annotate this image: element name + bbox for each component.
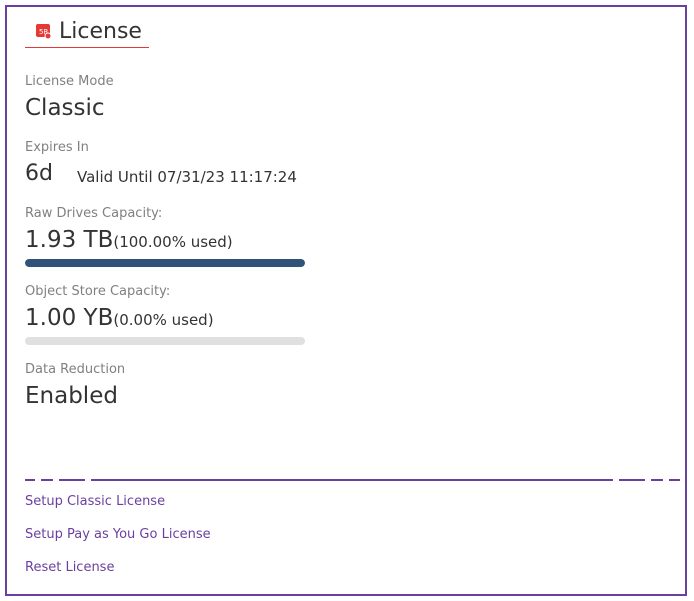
raw-drives-value: 1.93 TB [25, 227, 114, 253]
license-mode-value: Classic [25, 95, 105, 121]
setup-payg-license-link[interactable]: Setup Pay as You Go License [25, 527, 211, 542]
object-store-label: Object Store Capacity: [25, 284, 171, 299]
expires-value: 6d [25, 161, 53, 186]
object-store-value-row: 1.00 YB(0.00% used) [25, 305, 214, 331]
reset-license-link[interactable]: Reset License [25, 560, 114, 575]
license-icon: 5R [36, 24, 52, 40]
raw-drives-progress-fill [25, 259, 305, 267]
valid-until-text: Valid Until 07/31/23 11:17:24 [77, 168, 297, 186]
divider-gap [613, 477, 619, 483]
data-reduction-value: Enabled [25, 383, 118, 409]
raw-drives-progress-bar [25, 259, 305, 267]
divider-gap [35, 477, 41, 483]
raw-drives-label: Raw Drives Capacity: [25, 206, 163, 221]
divider [25, 479, 680, 481]
license-panel: 5R License License Mode Classic Expires … [5, 5, 687, 596]
divider-gap [85, 477, 91, 483]
divider-gap [645, 477, 651, 483]
object-store-value: 1.00 YB [25, 305, 114, 331]
divider-gap [663, 477, 669, 483]
setup-classic-license-link[interactable]: Setup Classic License [25, 494, 165, 509]
data-reduction-label: Data Reduction [25, 362, 126, 377]
expires-label: Expires In [25, 140, 89, 155]
panel-header: 5R License [25, 17, 149, 48]
license-mode-label: License Mode [25, 74, 114, 89]
raw-drives-used: (100.00% used) [113, 233, 233, 251]
raw-drives-value-row: 1.93 TB(100.00% used) [25, 227, 233, 253]
object-store-progress-bar [25, 337, 305, 345]
divider-gap [53, 477, 59, 483]
object-store-used: (0.00% used) [113, 311, 214, 329]
panel-title: License [59, 19, 142, 44]
